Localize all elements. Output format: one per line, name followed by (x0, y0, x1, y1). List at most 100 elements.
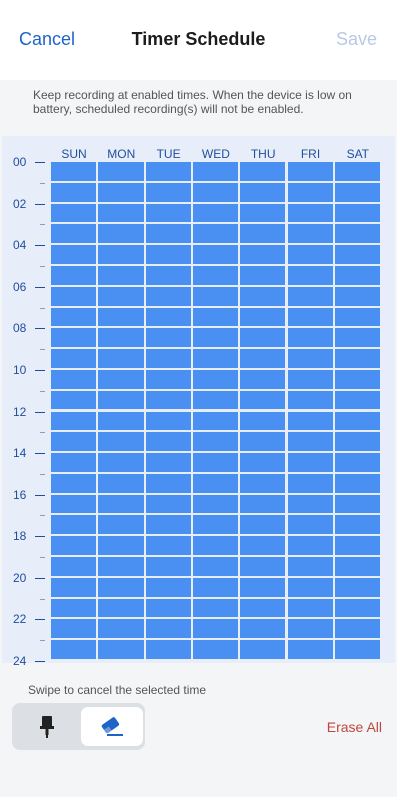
schedule-cell[interactable] (145, 619, 191, 639)
schedule-cell[interactable] (51, 265, 97, 285)
schedule-cell[interactable] (98, 432, 144, 452)
schedule-cell[interactable] (287, 390, 333, 410)
schedule-cell[interactable] (287, 494, 333, 514)
schedule-cell[interactable] (98, 557, 144, 576)
schedule-cell[interactable] (334, 557, 381, 576)
schedule-cell[interactable] (51, 162, 97, 181)
schedule-cell[interactable] (192, 598, 239, 618)
schedule-cell[interactable] (334, 432, 381, 452)
schedule-cell[interactable] (334, 598, 381, 618)
schedule-cell[interactable] (51, 390, 97, 410)
schedule-cell[interactable] (51, 494, 97, 514)
schedule-cell[interactable] (145, 411, 191, 431)
brush-tool-button[interactable] (16, 707, 78, 746)
schedule-cell[interactable] (98, 265, 144, 285)
schedule-cell[interactable] (287, 432, 333, 452)
schedule-cell[interactable] (98, 598, 144, 618)
schedule-cell[interactable] (334, 162, 381, 181)
schedule-cell[interactable] (98, 515, 144, 535)
schedule-cell[interactable] (98, 390, 144, 410)
schedule-cell[interactable] (192, 557, 239, 576)
schedule-cell[interactable] (334, 203, 381, 223)
schedule-cell[interactable] (287, 245, 333, 264)
schedule-cell[interactable] (51, 245, 97, 264)
schedule-cell[interactable] (51, 432, 97, 452)
schedule-cell[interactable] (334, 369, 381, 389)
schedule-cell[interactable] (51, 515, 97, 535)
schedule-cell[interactable] (145, 577, 191, 597)
schedule-cell[interactable] (287, 182, 333, 202)
schedule-cell[interactable] (240, 640, 286, 659)
schedule-cell[interactable] (51, 619, 97, 639)
schedule-cell[interactable] (240, 162, 286, 181)
schedule-cell[interactable] (145, 162, 191, 181)
schedule-cell[interactable] (51, 453, 97, 472)
schedule-cell[interactable] (334, 577, 381, 597)
schedule-cell[interactable] (145, 203, 191, 223)
schedule-cell[interactable] (334, 640, 381, 659)
schedule-cell[interactable] (98, 349, 144, 368)
schedule-cell[interactable] (192, 349, 239, 368)
schedule-cell[interactable] (145, 245, 191, 264)
schedule-cell[interactable] (240, 286, 286, 306)
schedule-cell[interactable] (145, 390, 191, 410)
save-button[interactable]: Save (336, 29, 377, 50)
schedule-cell[interactable] (145, 640, 191, 659)
schedule-cell[interactable] (334, 349, 381, 368)
schedule-cell[interactable] (192, 390, 239, 410)
schedule-cell[interactable] (51, 369, 97, 389)
schedule-cell[interactable] (287, 473, 333, 493)
schedule-cell[interactable] (287, 411, 333, 431)
schedule-cell[interactable] (287, 307, 333, 327)
schedule-cell[interactable] (334, 515, 381, 535)
schedule-cell[interactable] (98, 286, 144, 306)
schedule-cell[interactable] (240, 307, 286, 327)
schedule-cell[interactable] (240, 515, 286, 535)
schedule-cell[interactable] (145, 515, 191, 535)
schedule-cell[interactable] (334, 536, 381, 556)
schedule-cell[interactable] (240, 328, 286, 348)
schedule-cell[interactable] (192, 453, 239, 472)
schedule-cell[interactable] (98, 182, 144, 202)
schedule-cell[interactable] (51, 598, 97, 618)
schedule-cell[interactable] (51, 328, 97, 348)
schedule-cell[interactable] (51, 286, 97, 306)
schedule-cell[interactable] (287, 619, 333, 639)
schedule-cell[interactable] (192, 494, 239, 514)
schedule-cell[interactable] (192, 515, 239, 535)
schedule-cell[interactable] (287, 286, 333, 306)
schedule-cell[interactable] (145, 369, 191, 389)
schedule-cell[interactable] (192, 473, 239, 493)
schedule-cell[interactable] (287, 349, 333, 368)
schedule-cell[interactable] (334, 473, 381, 493)
schedule-cell[interactable] (287, 515, 333, 535)
schedule-cell[interactable] (287, 577, 333, 597)
schedule-cell[interactable] (287, 453, 333, 472)
schedule-cell[interactable] (145, 536, 191, 556)
schedule-cell[interactable] (192, 286, 239, 306)
schedule-cell[interactable] (51, 224, 97, 244)
schedule-cell[interactable] (51, 640, 97, 659)
schedule-cell[interactable] (98, 307, 144, 327)
schedule-cell[interactable] (334, 245, 381, 264)
schedule-cell[interactable] (334, 328, 381, 348)
schedule-cell[interactable] (240, 265, 286, 285)
schedule-cell[interactable] (98, 328, 144, 348)
schedule-cell[interactable] (145, 557, 191, 576)
schedule-cell[interactable] (240, 536, 286, 556)
schedule-cell[interactable] (334, 494, 381, 514)
schedule-cell[interactable] (51, 473, 97, 493)
schedule-cell[interactable] (287, 162, 333, 181)
schedule-cell[interactable] (192, 536, 239, 556)
schedule-cell[interactable] (192, 307, 239, 327)
schedule-cell[interactable] (145, 182, 191, 202)
schedule-cell[interactable] (334, 286, 381, 306)
schedule-cell[interactable] (287, 203, 333, 223)
schedule-cell[interactable] (98, 619, 144, 639)
schedule-cell[interactable] (145, 453, 191, 472)
schedule-cell[interactable] (98, 224, 144, 244)
schedule-cell[interactable] (192, 619, 239, 639)
schedule-cell[interactable] (334, 619, 381, 639)
schedule-cell[interactable] (240, 390, 286, 410)
schedule-cell[interactable] (98, 245, 144, 264)
